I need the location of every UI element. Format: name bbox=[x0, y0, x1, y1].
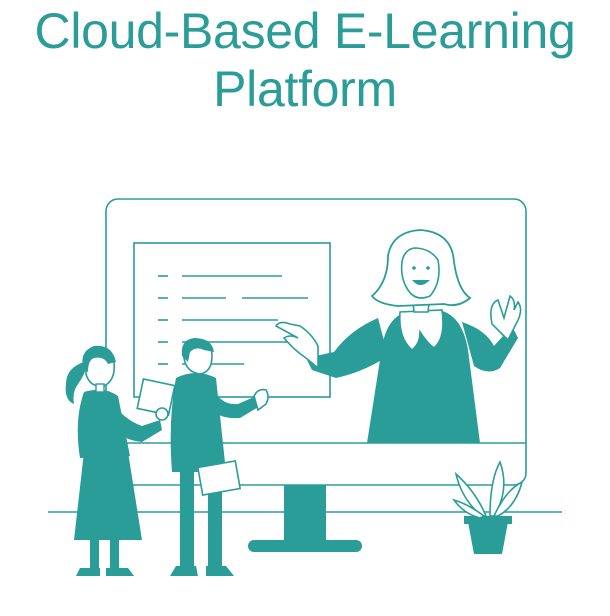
slide-board-icon bbox=[133, 242, 331, 398]
e-learning-illustration bbox=[48, 198, 562, 576]
